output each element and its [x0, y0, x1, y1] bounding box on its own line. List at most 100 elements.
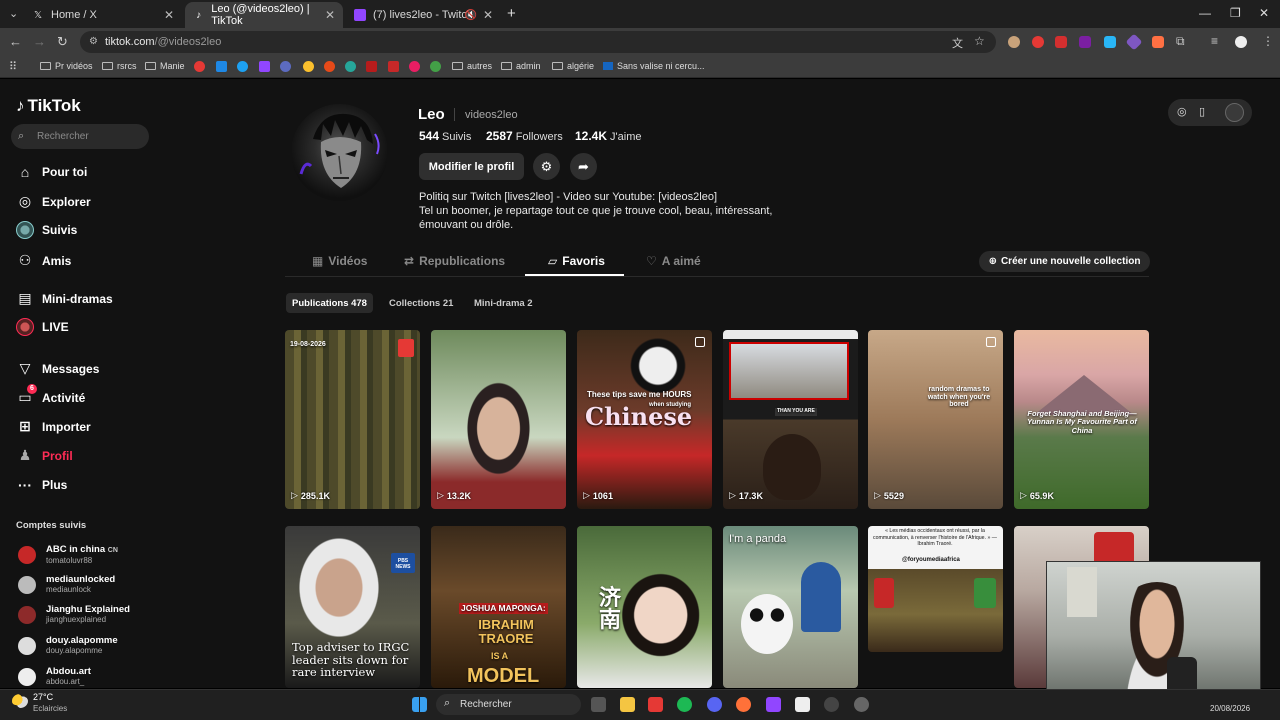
video-tile[interactable]: THAN YOU ARE ▷ 17.3K	[723, 330, 858, 509]
video-tile[interactable]: « Les médias occidentaux ont réussi, par…	[868, 526, 1003, 652]
file-explorer-icon[interactable]	[620, 697, 635, 712]
app-icon[interactable]	[648, 697, 663, 712]
bookmark-site-icon[interactable]	[324, 61, 335, 72]
windows-start-icon[interactable]	[412, 697, 427, 712]
nav-profil[interactable]: ♟ Profil	[16, 447, 73, 464]
extension-2-icon[interactable]	[1032, 36, 1044, 48]
followed-account[interactable]: ABC in china CN tomatoluvr88	[18, 544, 118, 566]
restore-icon[interactable]: ❐	[1230, 6, 1241, 20]
extension-1-icon[interactable]	[1008, 36, 1020, 48]
bookmark-site-icon[interactable]	[388, 61, 399, 72]
coin-icon[interactable]: ◎	[1177, 105, 1187, 118]
tiktok-logo[interactable]: ♪ TikTok	[16, 96, 81, 116]
close-tab-icon[interactable]: ✕	[325, 8, 335, 22]
profile-avatar[interactable]	[291, 104, 388, 201]
nav-explorer[interactable]: ◎ Explorer	[16, 193, 91, 210]
weather-description[interactable]: Eclaircies	[33, 704, 67, 713]
video-tile[interactable]: 19-08-2026 ▷ 285.1K	[285, 330, 420, 509]
following-stat[interactable]: 544 Suivis	[419, 129, 471, 143]
followed-account[interactable]: Jianghu Explained jianghuexplained	[18, 604, 130, 625]
profile-avatar-icon[interactable]	[1235, 36, 1247, 48]
followed-account[interactable]: Abdou.art abdou.art_	[18, 666, 91, 687]
nav-mini-dramas[interactable]: ▤ Mini-dramas	[16, 290, 112, 307]
bookmark-folder[interactable]: rsrcs	[102, 61, 137, 71]
bookmark-site-icon[interactable]	[409, 61, 420, 72]
bookmark-site-icon[interactable]	[303, 61, 314, 72]
bookmark-folder[interactable]: admin	[501, 61, 541, 71]
tab-a-aime[interactable]: ♡ A aimé	[646, 254, 701, 268]
close-window-icon[interactable]: ✕	[1259, 6, 1269, 20]
extension-7-icon[interactable]	[1152, 36, 1164, 48]
maps-icon[interactable]	[430, 61, 441, 72]
url-text[interactable]: tiktok.com/@videos2leo	[105, 36, 221, 48]
weather-temperature[interactable]: 27°C	[33, 692, 53, 702]
app-icon[interactable]	[824, 697, 839, 712]
video-tile[interactable]: Forget Shanghai and Beijing— Yunnan Is M…	[1014, 330, 1149, 509]
nav-messages[interactable]: ▽ Messages	[16, 360, 100, 377]
nav-pour-toi[interactable]: ⌂ Pour toi	[16, 164, 88, 180]
bookmark-site-icon[interactable]	[280, 61, 291, 72]
bluesky-icon[interactable]	[237, 61, 248, 72]
nav-suivis[interactable]: Suivis	[16, 221, 77, 239]
bookmark-site-icon[interactable]	[366, 61, 377, 72]
bookmark-folder[interactable]: algérie	[552, 61, 594, 71]
chip-publications[interactable]: Publications 478	[286, 293, 373, 313]
video-tile[interactable]: I'm a panda	[723, 526, 858, 688]
tab-videos[interactable]: ▦ Vidéos	[312, 254, 367, 268]
reading-list-icon[interactable]: ≡	[1211, 34, 1218, 48]
site-settings-icon[interactable]: ⚙	[89, 36, 98, 47]
firefox-icon[interactable]	[736, 697, 751, 712]
spotify-icon[interactable]	[677, 697, 692, 712]
discord-icon[interactable]	[707, 697, 722, 712]
followed-account[interactable]: douy.alapomme douy.alapomme	[18, 635, 118, 656]
followed-account[interactable]: mediaunlocked mediaunlock	[18, 574, 115, 595]
settings-button[interactable]: ⚙	[533, 153, 560, 180]
bookmark-site-icon[interactable]	[345, 61, 356, 72]
tab-republications[interactable]: ⇄ Republications	[404, 254, 505, 268]
minimize-icon[interactable]: —	[1199, 6, 1211, 20]
notepad-icon[interactable]	[795, 697, 810, 712]
tab-twitch[interactable]: (7) lives2leo - Twitch 🔇 ✕	[346, 2, 501, 28]
nav-plus[interactable]: ··· Plus	[16, 477, 67, 493]
apps-grid-icon[interactable]: ⠿	[9, 60, 17, 73]
bookmark-folder[interactable]: autres	[452, 61, 492, 71]
extension-4-icon[interactable]	[1079, 36, 1091, 48]
task-view-icon[interactable]	[591, 697, 606, 712]
nav-activite[interactable]: ▭ 6 Activité	[16, 384, 85, 406]
video-tile[interactable]: random dramas to watch when you're bored…	[868, 330, 1003, 509]
forward-icon[interactable]: →	[33, 34, 46, 49]
nav-live[interactable]: LIVE	[16, 318, 69, 336]
chip-collections[interactable]: Collections 21	[383, 293, 459, 313]
twitch-icon[interactable]	[259, 61, 270, 72]
close-tab-icon[interactable]: ✕	[164, 8, 174, 22]
tab-x[interactable]: 𝕏 Home / X ✕	[24, 2, 182, 28]
video-tile[interactable]: JOSHUA MAPONGA: IBRAHIM TRAORE IS A MODE…	[431, 526, 566, 688]
reload-icon[interactable]: ↻	[57, 34, 68, 50]
settings-icon[interactable]	[854, 697, 869, 712]
tab-search-chevron-icon[interactable]: ⌄	[9, 7, 18, 20]
video-tile[interactable]: ▷ 13.2K	[431, 330, 566, 509]
bookmark-folder[interactable]: Manie	[145, 61, 185, 71]
chip-mini-drama[interactable]: Mini-drama 2	[468, 293, 539, 313]
twitch-icon[interactable]	[766, 697, 781, 712]
extension-5-icon[interactable]	[1104, 36, 1116, 48]
bookmark-site-icon[interactable]	[194, 61, 205, 72]
close-tab-icon[interactable]: ✕	[483, 8, 493, 22]
bookmark-site-icon[interactable]	[216, 61, 227, 72]
tab-tiktok[interactable]: ♪ Leo (@videos2leo) | TikTok ✕	[185, 2, 343, 28]
tab-favoris[interactable]: ▱ Favoris	[548, 254, 605, 268]
nav-importer[interactable]: ⊞ Importer	[16, 418, 91, 435]
device-icon[interactable]: ▯	[1199, 105, 1205, 118]
edit-profile-button[interactable]: Modifier le profil	[419, 153, 524, 180]
bookmark-link[interactable]: Sans valise ni cercu...	[603, 61, 705, 71]
translate-icon[interactable]: 文	[952, 35, 963, 51]
account-avatar[interactable]	[1225, 103, 1244, 122]
video-tile[interactable]: These tips save me HOURS when studying C…	[577, 330, 712, 509]
back-icon[interactable]: ←	[9, 34, 22, 49]
video-tile[interactable]: 济南	[577, 526, 712, 688]
new-tab-icon[interactable]: +	[507, 5, 516, 22]
adblock-plus-icon[interactable]	[1055, 36, 1067, 48]
video-tile[interactable]: PBS NEWS Top adviser to IRGC leader sits…	[285, 526, 420, 688]
bookmark-star-icon[interactable]: ☆	[974, 34, 985, 48]
create-collection-button[interactable]: ⊕ Créer une nouvelle collection	[979, 251, 1150, 272]
